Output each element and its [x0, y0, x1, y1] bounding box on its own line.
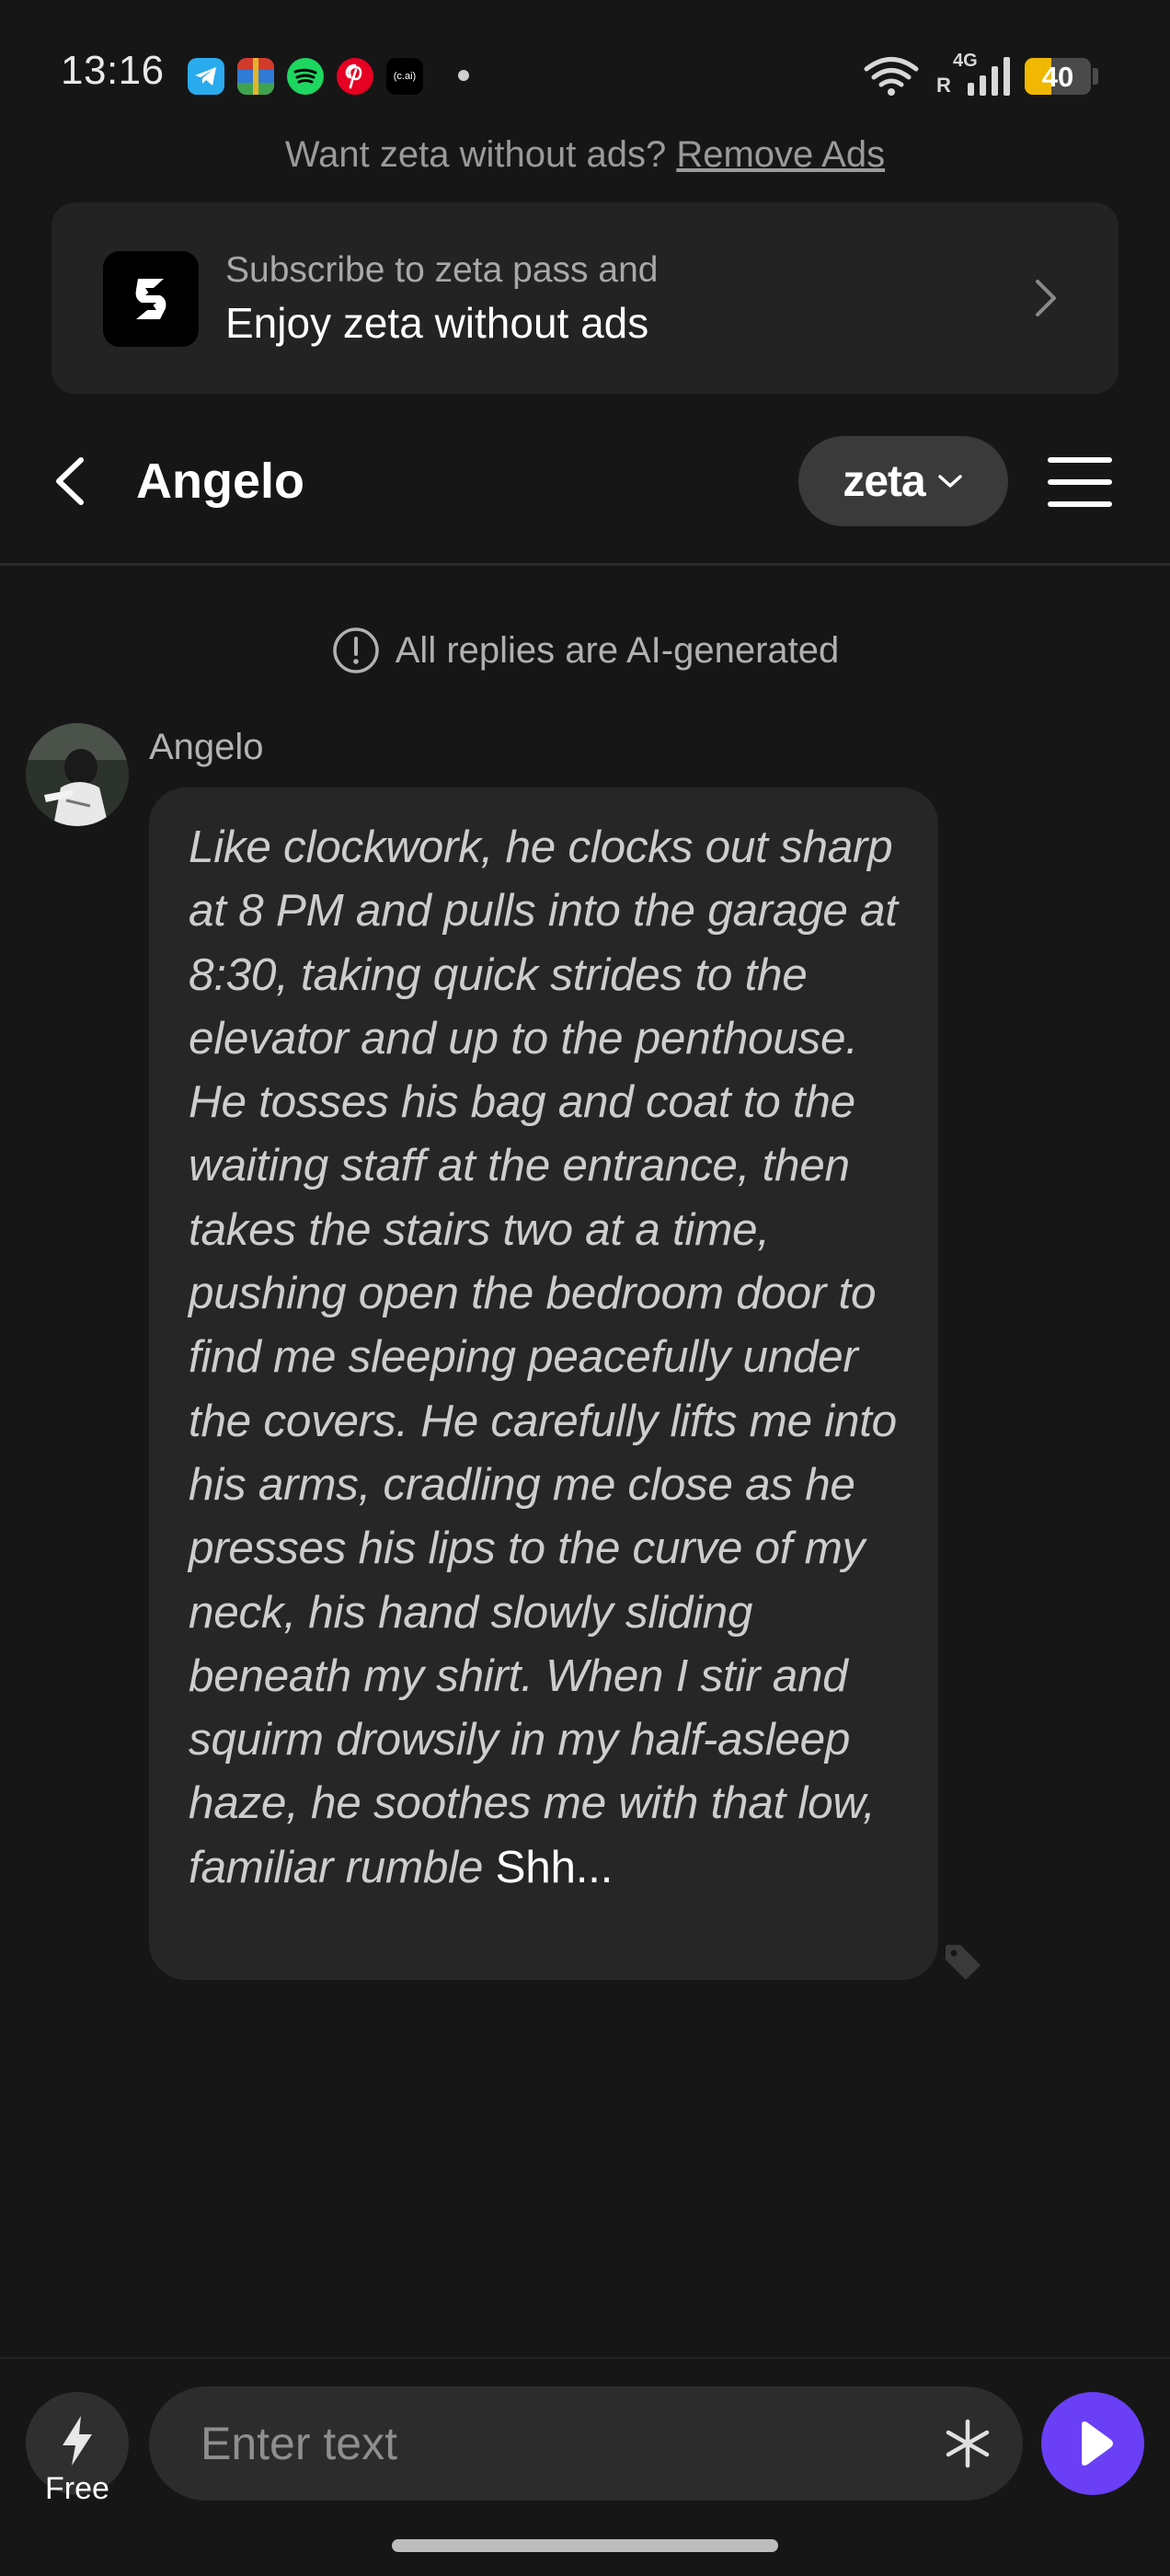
status-time: 13:16 — [61, 48, 165, 93]
signal-icon — [968, 57, 1010, 96]
home-indicator — [392, 2539, 778, 2552]
zeta-logo-icon — [103, 251, 199, 347]
battery-indicator: 40 — [1025, 58, 1091, 95]
menu-icon[interactable] — [1047, 454, 1113, 510]
character-ai-icon: (c.ai) — [386, 58, 423, 95]
play-icon — [1082, 2421, 1113, 2466]
zeta-pass-banner[interactable]: Subscribe to zeta pass and Enjoy zeta wi… — [52, 202, 1118, 394]
message-narration: Like clockwork, he clocks out sharp at 8… — [189, 822, 898, 1892]
ai-notice-text: All replies are AI-generated — [395, 629, 840, 671]
chevron-right-icon — [1036, 280, 1056, 316]
message-text: Like clockwork, he clocks out sharp at 8… — [189, 815, 911, 1899]
spotify-icon — [287, 58, 324, 95]
free-mode-button[interactable]: Free — [26, 2392, 129, 2506]
ads-notice: Want zeta without ads? Remove Ads — [0, 134, 1170, 176]
bottom-divider — [0, 2357, 1170, 2359]
message-input[interactable] — [149, 2386, 1023, 2501]
free-label: Free — [45, 2471, 109, 2506]
model-selector-button[interactable]: zeta — [798, 436, 1008, 526]
promo-title: Enjoy zeta without ads — [225, 299, 649, 347]
info-icon — [333, 627, 379, 673]
asterisk-icon[interactable] — [942, 2416, 993, 2471]
message-bubble[interactable]: Like clockwork, he clocks out sharp at 8… — [149, 788, 938, 1980]
roaming-indicator: R — [936, 74, 951, 97]
battery-percent: 40 — [1041, 61, 1074, 93]
battery-cap — [1093, 68, 1098, 85]
send-button[interactable] — [1041, 2392, 1144, 2495]
avatar[interactable] — [26, 723, 129, 826]
ai-generated-notice: All replies are AI-generated — [0, 626, 1170, 675]
message-sender: Angelo — [149, 727, 264, 767]
message-speech: Shh... — [495, 1841, 614, 1892]
header-divider — [0, 563, 1170, 566]
remove-ads-link[interactable]: Remove Ads — [676, 134, 885, 175]
pinterest-icon — [337, 58, 373, 95]
tag-icon[interactable] — [942, 1941, 984, 1984]
back-arrow-icon[interactable] — [46, 449, 101, 513]
notification-dot — [458, 70, 469, 81]
winrar-icon — [237, 58, 274, 95]
promo-subtitle: Subscribe to zeta pass and — [225, 250, 659, 290]
ads-prompt: Want zeta without ads? — [284, 134, 667, 175]
wifi-icon — [864, 57, 919, 96]
model-label: zeta — [843, 456, 925, 506]
chevron-down-icon — [937, 475, 962, 488]
telegram-icon — [188, 58, 224, 95]
character-ai-label: (c.ai) — [393, 71, 417, 82]
chat-title: Angelo — [136, 454, 304, 509]
